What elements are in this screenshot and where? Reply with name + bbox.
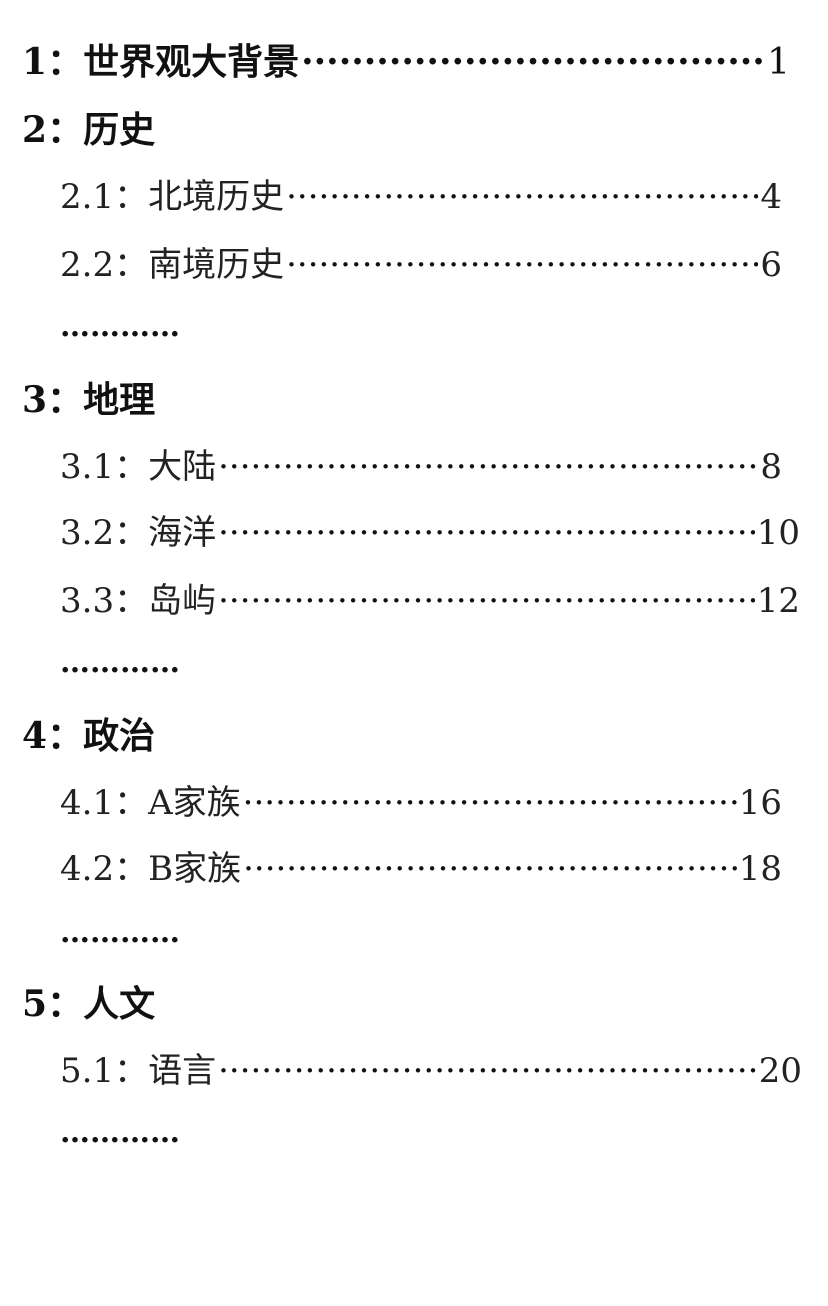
toc-entry-page: 8 (760, 447, 782, 487)
toc-entry-page: 1 (767, 42, 790, 83)
toc-entry-number: 5.1 (60, 1051, 115, 1091)
toc-entry-5[interactable]: 5 ： 人文 (22, 986, 155, 1022)
dot-leader: ········································… (286, 180, 758, 214)
toc-entry-separator: ： (47, 109, 84, 151)
dot-leader: ········································… (243, 852, 737, 886)
toc-entry-title: 北境历史 (148, 177, 285, 217)
toc-entry-page: 12 (756, 581, 800, 621)
toc-entry-number: 2.1 (60, 177, 115, 217)
toc-entry-5-1[interactable]: 5.1 ： 语言 ·······························… (60, 1054, 802, 1088)
toc-entry-3[interactable]: 3 ： 地理 (22, 382, 155, 418)
toc-entry-title: 历史 (83, 109, 156, 151)
more-entries-ellipsis: ………… (60, 915, 180, 950)
toc-entry-title: 岛屿 (148, 581, 217, 621)
toc-entry-2-1[interactable]: 2.1 ： 北境历史 ·····························… (60, 180, 782, 214)
toc-entry-4-1[interactable]: 4.1 ： A家族 ······························… (60, 786, 782, 820)
toc-entry-title: 政治 (83, 715, 156, 757)
toc-entry-separator: ： (114, 1051, 149, 1091)
toc-entry-title: B家族 (148, 849, 242, 889)
toc-entry-title: 人文 (83, 983, 156, 1025)
toc-entry-separator: ： (47, 379, 84, 421)
toc-entry-separator: ： (47, 41, 84, 83)
toc-entry-separator: ： (114, 783, 149, 823)
toc-entry-number: 4.1 (60, 783, 115, 823)
toc-entry-number: 4 (22, 715, 48, 757)
table-of-contents: 1 ： 世界观大背景 ·····························… (0, 0, 828, 1306)
toc-entry-2-2[interactable]: 2.2 ： 南境历史 ·····························… (60, 248, 782, 282)
toc-entry-separator: ： (47, 715, 84, 757)
toc-entry-3-2[interactable]: 3.2 ： 海洋 ·······························… (60, 516, 800, 550)
toc-entry-separator: ： (114, 513, 149, 553)
toc-entry-separator: ： (114, 581, 149, 621)
toc-entry-page: 4 (760, 177, 782, 217)
toc-entry-page: 20 (758, 1051, 802, 1091)
toc-entry-separator: ： (47, 983, 84, 1025)
toc-entry-separator: ： (114, 447, 149, 487)
toc-entry-page: 18 (738, 849, 782, 889)
toc-entry-number: 5 (22, 983, 48, 1025)
toc-entry-number: 3.2 (60, 513, 115, 553)
dot-leader: ········································… (218, 516, 755, 550)
toc-entry-title: 南境历史 (148, 245, 285, 285)
dot-leader: ········································… (301, 44, 765, 80)
toc-entry-3-3[interactable]: 3.3 ： 岛屿 ·······························… (60, 584, 800, 618)
toc-entry-number: 2 (22, 109, 48, 151)
toc-entry-title: 海洋 (148, 513, 217, 553)
dot-leader: ········································… (286, 248, 758, 282)
toc-entry-title: 地理 (83, 379, 156, 421)
toc-entry-number: 1 (22, 41, 48, 83)
toc-entry-number: 3.3 (60, 581, 115, 621)
toc-entry-page: 10 (756, 513, 800, 553)
toc-entry-page: 6 (760, 245, 782, 285)
toc-entry-number: 3.1 (60, 447, 115, 487)
toc-entry-number: 3 (22, 379, 48, 421)
toc-entry-number: 4.2 (60, 849, 115, 889)
toc-entry-4-2[interactable]: 4.2 ： B家族 ······························… (60, 852, 782, 886)
more-entries-ellipsis: ………… (60, 309, 180, 344)
toc-entry-separator: ： (114, 177, 149, 217)
more-entries-ellipsis: ………… (60, 645, 180, 680)
toc-entry-2[interactable]: 2 ： 历史 (22, 112, 155, 148)
dot-leader: ········································… (218, 450, 759, 484)
toc-entry-3-1[interactable]: 3.1 ： 大陆 ·······························… (60, 450, 782, 484)
toc-entry-separator: ： (114, 849, 149, 889)
toc-entry-separator: ： (114, 245, 149, 285)
toc-entry-title: 世界观大背景 (83, 41, 300, 83)
toc-entry-page: 16 (738, 783, 782, 823)
toc-entry-title: 语言 (148, 1051, 217, 1091)
toc-entry-number: 2.2 (60, 245, 115, 285)
toc-entry-title: A家族 (148, 783, 241, 823)
dot-leader: ········································… (218, 1054, 757, 1088)
toc-entry-1[interactable]: 1 ： 世界观大背景 ·····························… (22, 44, 790, 81)
toc-entry-4[interactable]: 4 ： 政治 (22, 718, 155, 754)
more-entries-ellipsis: ………… (60, 1115, 180, 1150)
dot-leader: ········································… (218, 584, 755, 618)
toc-entry-title: 大陆 (148, 447, 217, 487)
dot-leader: ········································… (242, 786, 737, 820)
